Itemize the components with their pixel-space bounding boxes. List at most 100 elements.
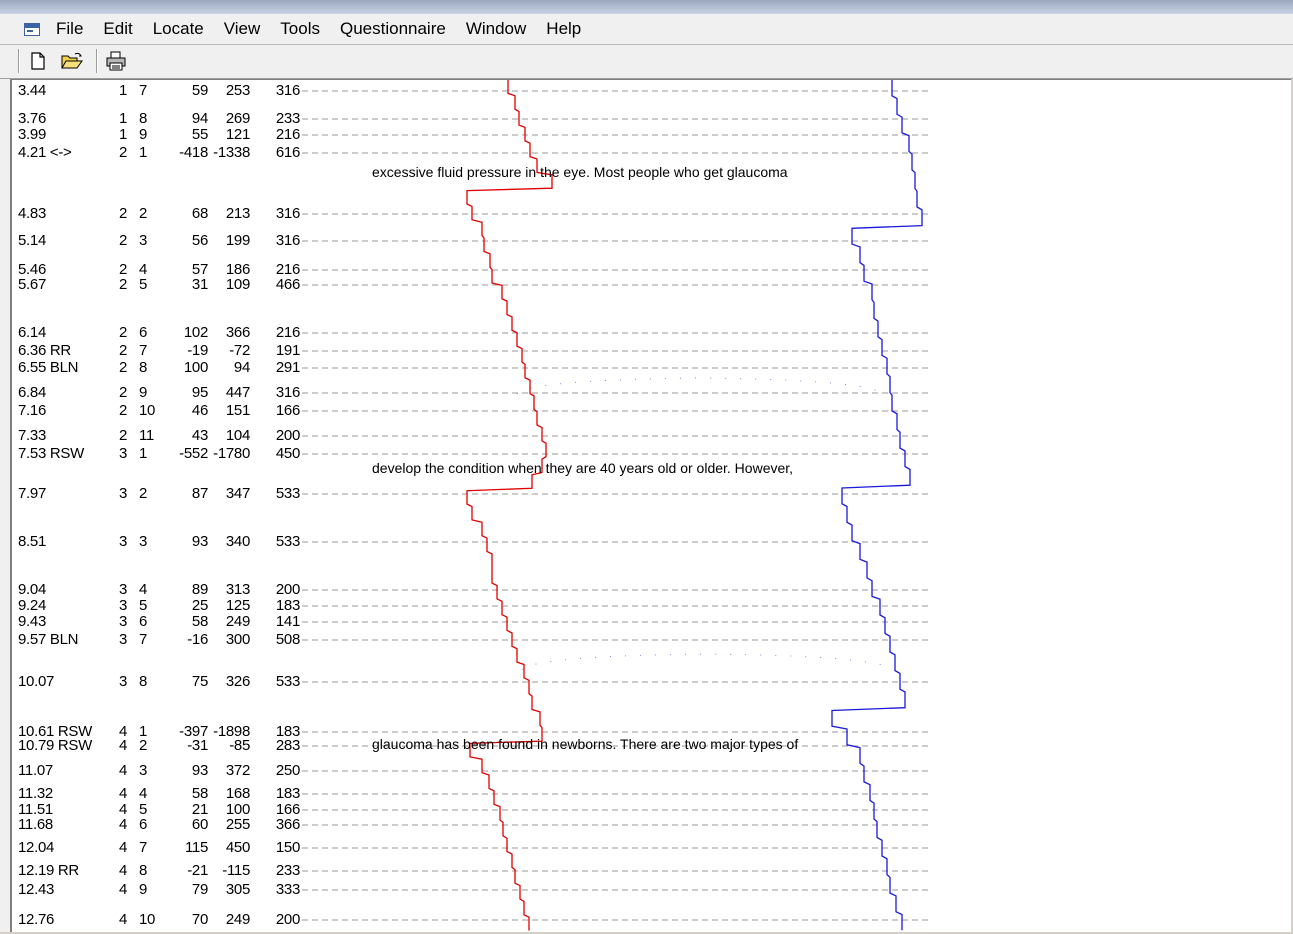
fixation-value-a: 4 xyxy=(118,881,127,898)
fixation-value-e: 283 xyxy=(275,737,300,754)
fixation-value-b: 1 xyxy=(139,445,148,462)
fixation-value-a: 3 xyxy=(118,673,127,690)
menu-locate[interactable]: Locate xyxy=(143,15,214,43)
toolbar-separator xyxy=(96,49,97,73)
fixation-value-b: 9 xyxy=(139,881,148,898)
fixation-value-b: 3 xyxy=(139,762,148,779)
menu-help[interactable]: Help xyxy=(536,15,591,43)
fixation-time: 5.14 xyxy=(18,232,46,249)
fixation-value-e: 216 xyxy=(275,324,300,341)
menu-file[interactable]: File xyxy=(46,15,93,43)
fixation-value-b: 8 xyxy=(139,862,148,879)
fixation-value-c: -16 xyxy=(187,631,208,648)
fixation-value-e: 183 xyxy=(275,597,300,614)
fixation-value-c: -21 xyxy=(187,862,208,879)
fixation-value-b: 10 xyxy=(139,911,156,928)
fixation-value-a: 3 xyxy=(118,597,127,614)
fixation-time: 12.43 xyxy=(18,881,55,898)
fixation-value-a: 3 xyxy=(118,445,127,462)
fixation-value-c: 93 xyxy=(191,533,208,550)
menu-window[interactable]: Window xyxy=(456,15,536,43)
fixation-value-e: 191 xyxy=(275,342,300,359)
fixation-value-d: 151 xyxy=(225,402,250,419)
fixation-value-b: 6 xyxy=(139,613,148,630)
fixation-value-b: 3 xyxy=(139,533,148,550)
fixation-value-c: 57 xyxy=(191,261,208,278)
menu-edit[interactable]: Edit xyxy=(93,15,142,43)
fixation-value-d: 186 xyxy=(225,261,250,278)
fixation-value-d: 372 xyxy=(225,762,250,779)
fixation-value-a: 4 xyxy=(118,816,127,833)
fixation-value-d: 168 xyxy=(225,785,250,802)
fixation-value-b: 1 xyxy=(139,144,148,161)
fixation-value-c: 100 xyxy=(183,359,208,376)
fixation-value-a: 2 xyxy=(118,359,127,376)
fixation-value-c: 25 xyxy=(191,597,208,614)
fixation-value-b: 4 xyxy=(139,581,148,598)
fixation-value-e: 216 xyxy=(275,126,300,143)
fixation-value-c: 70 xyxy=(191,911,208,928)
fixation-value-b: 11 xyxy=(139,427,154,444)
menu-bar: File Edit Locate View Tools Questionnair… xyxy=(0,14,1293,45)
fixation-value-c: 68 xyxy=(191,205,208,222)
fixation-value-c: 94 xyxy=(191,110,208,127)
open-folder-icon xyxy=(61,52,83,69)
fixation-value-e: 533 xyxy=(275,673,300,690)
fixation-time: 11.32 xyxy=(18,785,53,802)
fixation-value-e: 533 xyxy=(275,533,300,550)
fixation-value-e: 233 xyxy=(275,110,300,127)
fixation-value-c: 59 xyxy=(191,82,208,99)
fixation-value-a: 4 xyxy=(118,785,127,802)
sentence-line: excessive fluid pressure in the eye. Mos… xyxy=(372,164,788,180)
toolbar xyxy=(0,45,1293,79)
fixation-value-d: 253 xyxy=(225,82,250,99)
fixation-value-e: 250 xyxy=(275,762,300,779)
fixation-value-b: 2 xyxy=(139,485,148,502)
fixation-value-c: 89 xyxy=(191,581,208,598)
fixation-value-e: 450 xyxy=(275,445,300,462)
menu-questionnaire[interactable]: Questionnaire xyxy=(330,15,456,43)
fixation-value-a: 2 xyxy=(118,384,127,401)
new-document-button[interactable] xyxy=(26,50,50,72)
fixation-plot-area[interactable]: 3.44 1 7 59 253 316 3.76 1 8 94 269 233 3.99 1 9 55 121 2… xyxy=(10,79,1293,933)
fixation-value-a: 3 xyxy=(118,631,127,648)
fixation-value-d: -85 xyxy=(229,737,250,754)
fixation-value-e: 183 xyxy=(275,785,300,802)
window-menu-icon[interactable] xyxy=(24,22,40,36)
fixation-value-d: 109 xyxy=(225,276,250,293)
window-title-strip xyxy=(0,0,1293,14)
fixation-value-d: 249 xyxy=(225,613,250,630)
menu-view[interactable]: View xyxy=(214,15,271,43)
fixation-time: 3.99 xyxy=(18,126,46,143)
fixation-time: 5.46 xyxy=(18,261,46,278)
fixation-time: 9.57 BLN xyxy=(18,631,79,648)
fixation-value-b: 7 xyxy=(139,839,148,856)
fixation-value-e: 316 xyxy=(275,205,300,222)
fixation-time: 9.24 xyxy=(18,597,46,614)
menu-tools[interactable]: Tools xyxy=(270,15,330,43)
fixation-value-d: 447 xyxy=(225,384,250,401)
fixation-value-a: 3 xyxy=(118,613,127,630)
fixation-value-a: 4 xyxy=(118,862,127,879)
open-button[interactable] xyxy=(60,50,84,72)
fixation-time: 11.68 xyxy=(18,816,53,833)
fixation-value-e: 216 xyxy=(275,261,300,278)
fixation-value-c: 93 xyxy=(191,762,208,779)
print-icon xyxy=(106,51,126,71)
fixation-value-b: 5 xyxy=(139,801,148,818)
print-button[interactable] xyxy=(104,50,128,72)
toolbar-separator xyxy=(18,49,19,73)
fixation-value-c: 79 xyxy=(191,881,208,898)
fixation-value-a: 1 xyxy=(118,82,127,99)
fixation-time: 9.04 xyxy=(18,581,46,598)
fixation-value-d: 305 xyxy=(225,881,250,898)
fixation-value-b: 8 xyxy=(139,673,148,690)
fixation-value-c: 46 xyxy=(191,402,208,419)
fixation-value-a: 3 xyxy=(118,581,127,598)
fixation-value-e: 141 xyxy=(275,613,300,630)
fixation-value-d: -1338 xyxy=(213,144,250,161)
fixation-value-d: 300 xyxy=(225,631,250,648)
fixation-time: 12.19 RR xyxy=(18,862,79,879)
fixation-time: 7.33 xyxy=(18,427,46,444)
fixation-value-d: 450 xyxy=(225,839,250,856)
